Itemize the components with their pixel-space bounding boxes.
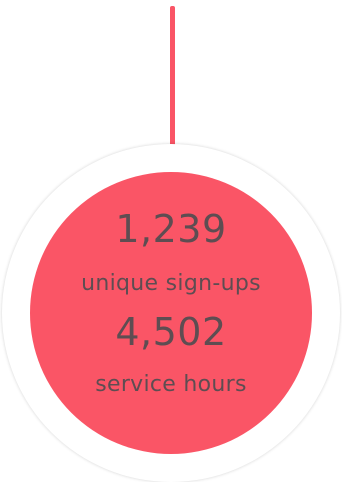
sign-ups-count: 1,239 — [115, 207, 227, 251]
service-hours-label: service hours — [95, 372, 247, 397]
service-hours-count: 4,502 — [115, 310, 227, 354]
sign-ups-label: unique sign-ups — [81, 271, 261, 296]
connector-line — [170, 6, 175, 151]
stats-graphic: 1,239 unique sign-ups 4,502 service hour… — [0, 0, 342, 482]
